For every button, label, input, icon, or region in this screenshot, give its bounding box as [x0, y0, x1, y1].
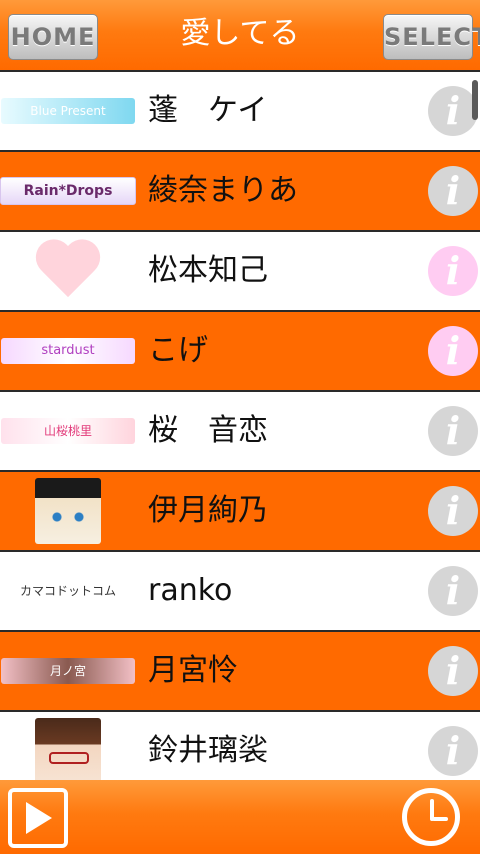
banner-image: stardust: [1, 338, 135, 364]
info-icon[interactable]: i: [428, 646, 478, 696]
scrollbar[interactable]: [472, 80, 478, 120]
item-name: 松本知己: [148, 253, 268, 288]
list-item[interactable]: カマコドットコム ranko i: [0, 552, 480, 632]
list-item[interactable]: Rain*Drops 綾奈まりあ i: [0, 152, 480, 232]
banner-image: 山桜桃里: [1, 418, 135, 444]
header-bar: HOME 愛してる SELECT: [0, 0, 480, 72]
item-name: 月宮怜: [148, 653, 238, 688]
home-button[interactable]: HOME: [8, 14, 98, 60]
thumbnail: カマコドットコム: [0, 552, 136, 630]
item-name: 綾奈まりあ: [148, 173, 298, 208]
banner-image: Rain*Drops: [0, 177, 136, 205]
list-item[interactable]: Blue Present 蓬 ケイ i: [0, 72, 480, 152]
info-icon[interactable]: i: [428, 86, 478, 136]
thumbnail: [0, 472, 136, 550]
list-item[interactable]: 山桜桃里 桜 音恋 i: [0, 392, 480, 472]
item-name: 伊月絢乃: [148, 493, 268, 528]
avatar: [35, 478, 101, 544]
item-name: 桜 音恋: [148, 413, 268, 448]
info-icon[interactable]: i: [428, 246, 478, 296]
info-icon[interactable]: i: [428, 326, 478, 376]
item-name: 鈴井璃裟: [148, 733, 268, 768]
play-icon[interactable]: [8, 788, 68, 848]
thumbnail: stardust: [0, 312, 136, 390]
avatar: [35, 718, 101, 780]
select-button[interactable]: SELECT: [383, 14, 480, 60]
thumbnail: [0, 232, 136, 310]
thumbnail: Rain*Drops: [0, 152, 136, 230]
info-icon[interactable]: i: [428, 566, 478, 616]
page-title: 愛してる: [180, 16, 300, 51]
info-icon[interactable]: i: [428, 166, 478, 216]
list-item[interactable]: 鈴井璃裟 i: [0, 712, 480, 780]
heart-icon: [35, 241, 101, 301]
banner-image: カマコドットコム: [1, 578, 135, 604]
info-icon[interactable]: i: [428, 726, 478, 776]
thumbnail: Blue Present: [0, 72, 136, 150]
info-icon[interactable]: i: [428, 486, 478, 536]
artist-list[interactable]: Blue Present 蓬 ケイ i Rain*Drops 綾奈まりあ i 松…: [0, 72, 480, 780]
banner-image: Blue Present: [1, 98, 135, 124]
thumbnail: 山桜桃里: [0, 392, 136, 470]
list-item[interactable]: 松本知己 i: [0, 232, 480, 312]
item-name: 蓬 ケイ: [148, 93, 268, 128]
info-icon[interactable]: i: [428, 406, 478, 456]
thumbnail: 月ノ宮: [0, 632, 136, 710]
item-name: ranko: [148, 573, 233, 608]
footer-bar: [0, 780, 480, 854]
clock-icon[interactable]: [402, 788, 460, 846]
item-name: こげ: [148, 333, 208, 368]
banner-image: 月ノ宮: [1, 658, 135, 684]
list-item[interactable]: stardust こげ i: [0, 312, 480, 392]
thumbnail: [0, 712, 136, 780]
list-item[interactable]: 伊月絢乃 i: [0, 472, 480, 552]
list-item[interactable]: 月ノ宮 月宮怜 i: [0, 632, 480, 712]
